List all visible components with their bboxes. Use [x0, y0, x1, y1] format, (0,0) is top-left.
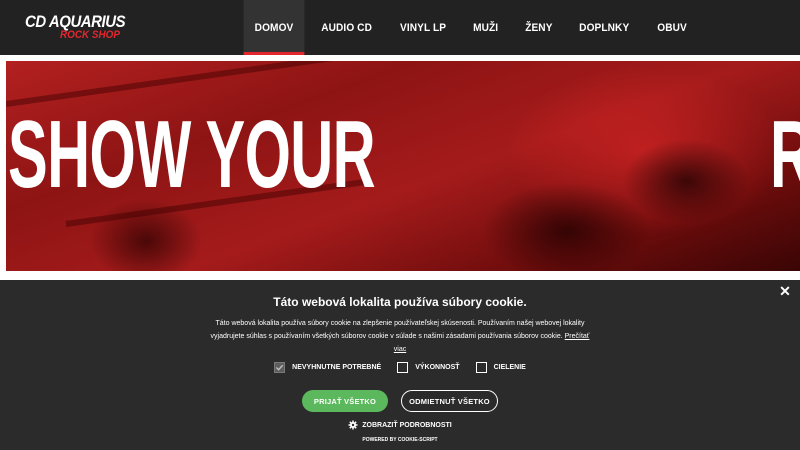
nav-item-doplnky[interactable]: DOPLNKY — [569, 0, 641, 55]
hero-banner[interactable]: SHOW YOUR R — [0, 55, 800, 280]
cookie-consent-banner: ✕ Táto webová lokalita používa súbory co… — [0, 280, 800, 450]
hero-headline: SHOW YOUR — [8, 101, 376, 208]
cookie-categories: NEVYHNUTNE POTREBNÉ VÝKONNOSŤ CIELENIE — [0, 362, 800, 373]
checkbox-empty-icon — [475, 362, 487, 373]
show-details-label: ZOBRAZIŤ PODROBNOSTI — [362, 421, 452, 429]
checkbox-label: VÝKONNOSŤ — [415, 364, 460, 371]
checkbox-necessary[interactable]: NEVYHNUTNE POTREBNÉ — [274, 362, 381, 373]
powered-by-text[interactable]: POWERED BY COOKIE-SCRIPT — [0, 437, 800, 443]
cookie-description: Táto webová lokalita používa súbory cook… — [210, 317, 590, 356]
nav-item-obuv[interactable]: OBUV — [646, 0, 698, 55]
decline-all-button[interactable]: ODMIETNUŤ VŠETKO — [401, 390, 498, 412]
site-header: CD AQUARIUS ROCK SHOP DOMOV AUDIO CD VIN… — [0, 0, 800, 55]
site-logo[interactable]: CD AQUARIUS ROCK SHOP — [25, 12, 126, 44]
nav-item-vinyl-lp[interactable]: VINYL LP — [389, 0, 457, 55]
checkbox-label: CIELENIE — [493, 364, 526, 371]
nav-item-zeny[interactable]: ŽENY — [514, 0, 563, 55]
main-nav: DOMOV AUDIO CD VINYL LP MUŽI ŽENY DOPLNK… — [241, 0, 700, 55]
hero-image: SHOW YOUR R — [6, 61, 800, 271]
nav-item-audio-cd[interactable]: AUDIO CD — [310, 0, 383, 55]
checkbox-targeting[interactable]: CIELENIE — [475, 362, 526, 373]
logo-sub-text: ROCK SHOP — [60, 29, 120, 41]
cookie-body-text: Táto webová lokalita používa súbory cook… — [210, 320, 585, 340]
nav-item-domov[interactable]: DOMOV — [243, 0, 305, 55]
accept-all-button[interactable]: PRIJAŤ VŠETKO — [302, 390, 388, 412]
nav-item-muzi[interactable]: MUŽI — [462, 0, 509, 55]
checkbox-performance[interactable]: VÝKONNOSŤ — [397, 362, 460, 373]
cookie-title: Táto webová lokalita používa súbory cook… — [273, 295, 527, 309]
gear-icon — [348, 420, 358, 430]
checkbox-label: NEVYHNUTNE POTREBNÉ — [292, 364, 382, 371]
checkbox-empty-icon — [397, 362, 409, 373]
checkbox-checked-icon — [274, 362, 286, 373]
show-details-button[interactable]: ZOBRAZIŤ PODROBNOSTI — [0, 420, 800, 430]
cookie-actions: PRIJAŤ VŠETKO ODMIETNUŤ VŠETKO — [0, 390, 800, 412]
hero-headline-cut: R — [770, 107, 800, 203]
